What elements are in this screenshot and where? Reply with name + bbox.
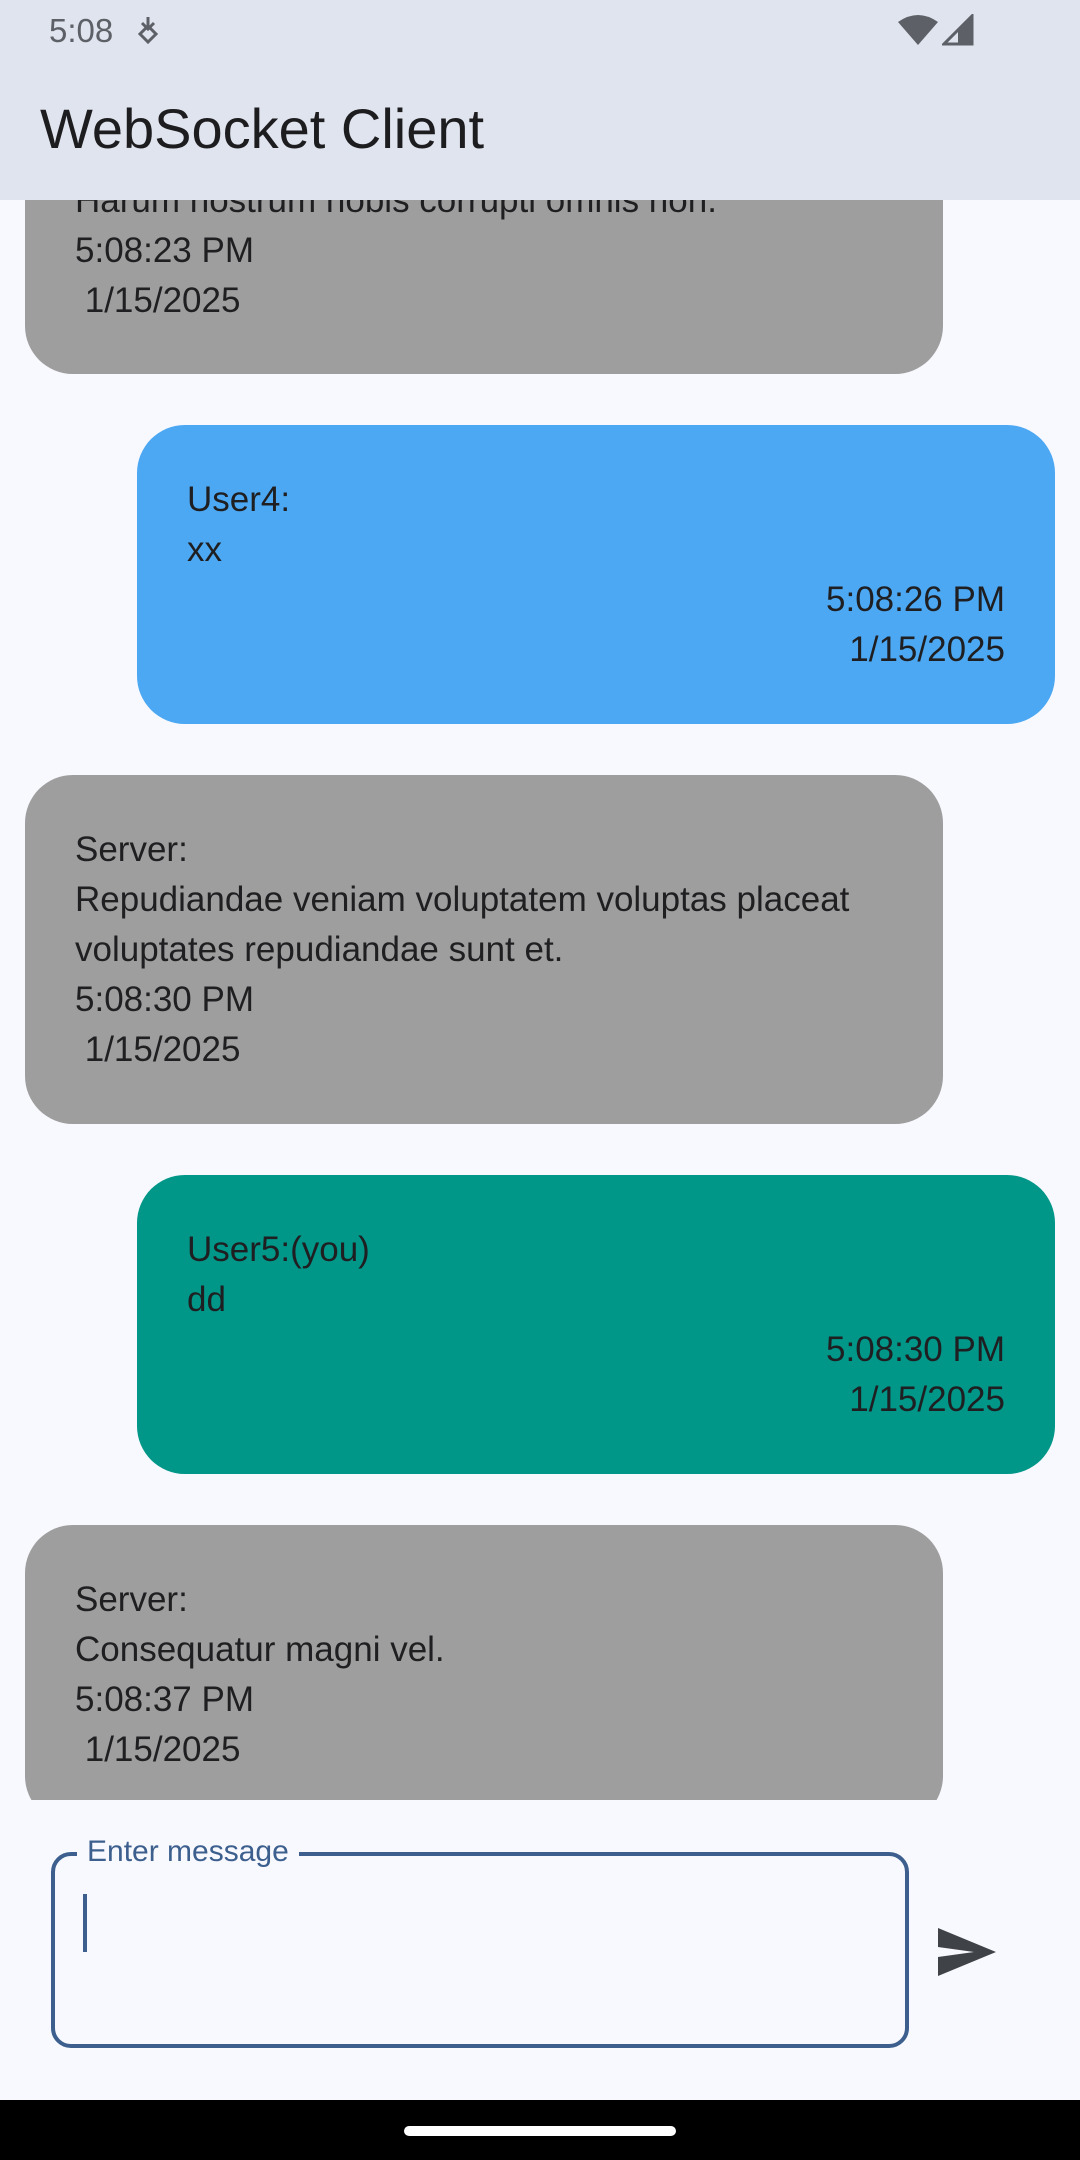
- message-sender: Server:: [75, 830, 188, 869]
- wifi-icon: [898, 15, 938, 45]
- message-bubble-server: Harum nostrum nobis corrupti omnis non. …: [25, 200, 943, 374]
- message-time: 5:08:30 PM: [826, 1330, 1005, 1369]
- message-bubble-server: Server: Repudiandae veniam voluptatem vo…: [25, 775, 943, 1124]
- message-text: Consequatur magni vel.: [75, 1630, 445, 1669]
- message-time: 5:08:37 PM: [75, 1680, 254, 1719]
- message-sender: Server:: [75, 1580, 188, 1619]
- message-bubble-server: Server: Consequatur magni vel. 5:08:37 P…: [25, 1525, 943, 1800]
- message-composer: Enter message: [0, 1800, 1080, 2100]
- message-field-label: Enter message: [77, 1834, 299, 1870]
- message-text: dd: [187, 1280, 226, 1319]
- home-gesture-handle[interactable]: [404, 2126, 676, 2136]
- message-input[interactable]: [95, 1886, 875, 1956]
- text-caret: [83, 1894, 87, 1952]
- status-bar: 5:08: [0, 0, 1080, 60]
- message-text: Harum nostrum nobis corrupti omnis non.: [75, 200, 717, 220]
- message-field[interactable]: Enter message: [51, 1834, 909, 2048]
- cellular-signal-icon: [942, 14, 974, 46]
- message-date: 1/15/2025: [849, 630, 1005, 669]
- message-sender: User5:(you): [187, 1230, 370, 1269]
- send-icon[interactable]: [936, 1926, 998, 1978]
- message-date: 1/15/2025: [75, 1030, 241, 1069]
- message-time: 5:08:23 PM: [75, 231, 254, 270]
- app-title: WebSocket Client: [40, 97, 485, 160]
- status-time: 5:08: [49, 12, 114, 49]
- message-time: 5:08:30 PM: [75, 980, 254, 1019]
- message-text: Repudiandae veniam voluptatem voluptas p…: [75, 880, 850, 969]
- message-list[interactable]: Harum nostrum nobis corrupti omnis non. …: [0, 200, 1080, 1800]
- message-text: xx: [187, 530, 222, 569]
- app-bar: WebSocket Client: [0, 60, 1080, 200]
- message-date: 1/15/2025: [849, 1380, 1005, 1419]
- message-bubble-own: User5:(you) dd 5:08:30 PM 1/15/2025: [137, 1175, 1055, 1474]
- message-bubble-user4: User4: xx 5:08:26 PM 1/15/2025: [137, 425, 1055, 724]
- message-date: 1/15/2025: [75, 1730, 241, 1769]
- message-time: 5:08:26 PM: [826, 580, 1005, 619]
- message-sender: User4:: [187, 480, 291, 519]
- message-date: 1/15/2025: [75, 281, 241, 320]
- navigation-bar: [0, 2100, 1080, 2160]
- download-indicator-icon: [137, 17, 159, 45]
